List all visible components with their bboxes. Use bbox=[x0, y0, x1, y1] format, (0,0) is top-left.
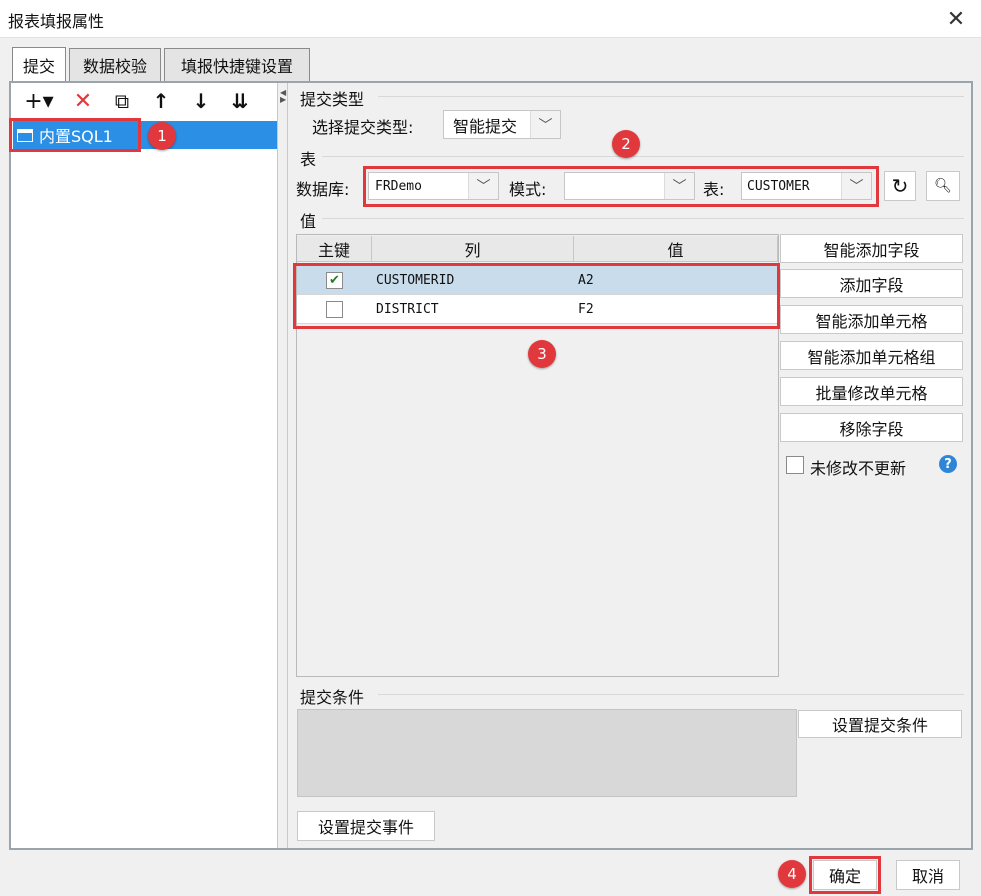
chevron-down-icon[interactable]: ﹀ bbox=[530, 111, 560, 138]
submit-type-section-title: 提交类型 bbox=[300, 90, 365, 109]
highlight-box-2 bbox=[363, 166, 879, 207]
highlight-box-4 bbox=[809, 856, 881, 894]
copy-icon[interactable]: ⧉ bbox=[108, 88, 136, 114]
move-bottom-icon[interactable]: ⇊ bbox=[225, 88, 255, 114]
unmodified-no-update-checkbox[interactable] bbox=[786, 456, 804, 474]
submit-list-panel bbox=[11, 83, 278, 848]
unmodified-no-update-label: 未修改不更新 bbox=[810, 459, 907, 478]
help-icon[interactable]: ? bbox=[939, 455, 957, 473]
column-header-column[interactable]: 列 bbox=[372, 236, 574, 262]
annotation-badge-3: 3 bbox=[528, 340, 556, 368]
preview-icon[interactable]: 🔍︎ bbox=[926, 171, 960, 201]
add-icon[interactable]: +▾ bbox=[20, 88, 58, 114]
section-divider bbox=[378, 694, 964, 695]
batch-edit-cell-button[interactable]: 批量修改单元格 bbox=[780, 377, 963, 406]
set-submit-event-button[interactable]: 设置提交事件 bbox=[297, 811, 435, 841]
column-header-value[interactable]: 值 bbox=[574, 236, 778, 262]
add-field-button[interactable]: 添加字段 bbox=[780, 269, 963, 298]
title-bar: 报表填报属性 ✕ bbox=[0, 0, 981, 38]
cancel-button[interactable]: 取消 bbox=[896, 860, 960, 890]
delete-icon[interactable]: ✕ bbox=[68, 88, 98, 114]
close-icon[interactable]: ✕ bbox=[938, 2, 974, 36]
tab-submit[interactable]: 提交 bbox=[12, 47, 66, 81]
window-title: 报表填报属性 bbox=[8, 12, 105, 31]
refresh-icon[interactable]: ↻ bbox=[884, 171, 916, 201]
move-up-icon[interactable]: ↑ bbox=[147, 88, 175, 114]
collapse-arrows-icon: ◀ ▶ bbox=[280, 88, 287, 104]
section-divider bbox=[322, 156, 964, 157]
condition-area[interactable] bbox=[297, 709, 797, 797]
tab-shortcut-settings[interactable]: 填报快捷键设置 bbox=[164, 48, 310, 81]
condition-section-title: 提交条件 bbox=[300, 688, 365, 707]
annotation-badge-1: 1 bbox=[148, 122, 176, 150]
submit-type-value: 智能提交 bbox=[453, 116, 518, 136]
highlight-box-3 bbox=[293, 263, 780, 329]
move-down-icon[interactable]: ↓ bbox=[187, 88, 215, 114]
smart-add-cell-button[interactable]: 智能添加单元格 bbox=[780, 305, 963, 334]
table-section-title: 表 bbox=[300, 150, 317, 169]
panel-splitter[interactable]: ◀ ▶ bbox=[279, 83, 288, 848]
set-condition-button[interactable]: 设置提交条件 bbox=[798, 710, 962, 738]
highlight-box-1 bbox=[9, 118, 141, 152]
submit-type-select[interactable]: 智能提交 ﹀ bbox=[443, 110, 561, 139]
database-label: 数据库: bbox=[296, 180, 350, 199]
smart-add-field-button[interactable]: 智能添加字段 bbox=[780, 234, 963, 263]
section-divider bbox=[378, 96, 964, 97]
submit-type-label: 选择提交类型: bbox=[312, 118, 414, 137]
values-section-title: 值 bbox=[300, 212, 317, 231]
column-header-primary-key[interactable]: 主键 bbox=[297, 236, 372, 262]
annotation-badge-4: 4 bbox=[778, 860, 806, 888]
tab-data-validation[interactable]: 数据校验 bbox=[69, 48, 161, 81]
smart-add-cell-group-button[interactable]: 智能添加单元格组 bbox=[780, 341, 963, 370]
remove-field-button[interactable]: 移除字段 bbox=[780, 413, 963, 442]
section-divider bbox=[322, 218, 964, 219]
annotation-badge-2: 2 bbox=[612, 130, 640, 158]
